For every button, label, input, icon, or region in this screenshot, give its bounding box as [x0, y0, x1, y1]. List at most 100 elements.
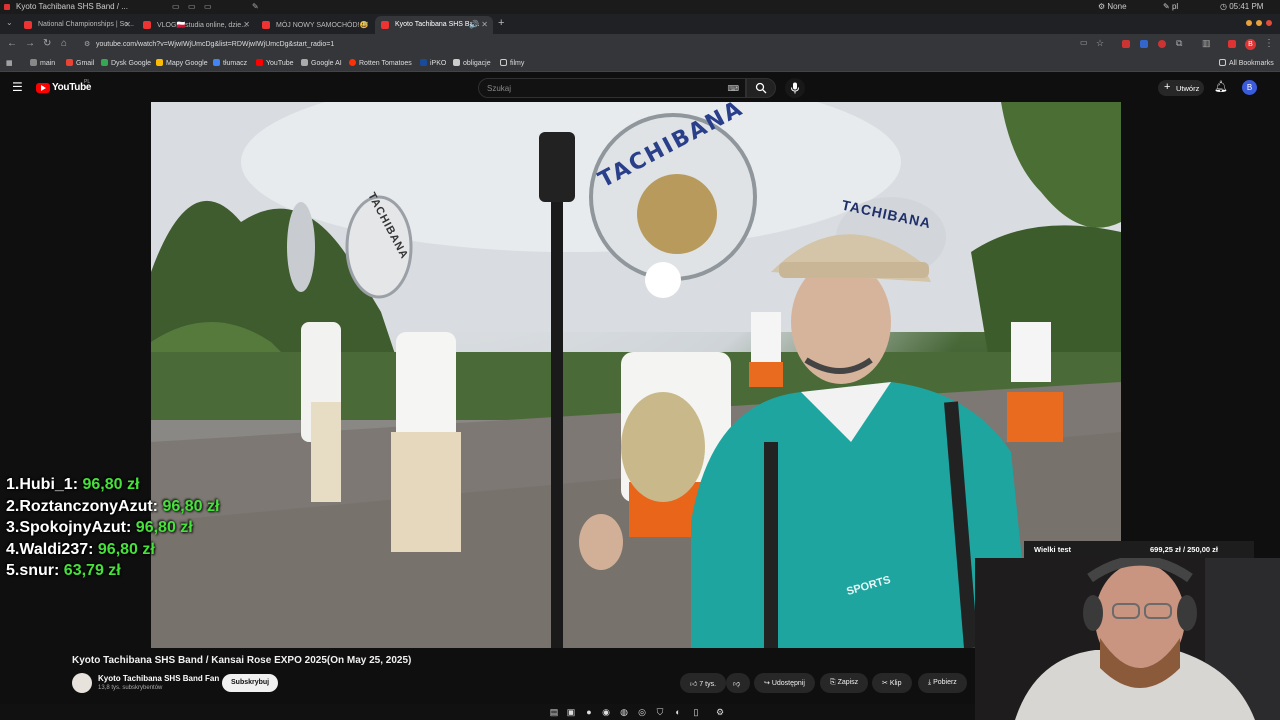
bookmark-gmail[interactable]: Gmail — [66, 59, 94, 67]
channel-avatar[interactable] — [72, 673, 92, 693]
tab-strip: ⌄ National Championships | So... ✕ VLOG🇵… — [0, 14, 1280, 34]
close-icon[interactable]: ✕ — [481, 20, 488, 29]
browser-icon[interactable]: ◉ — [601, 707, 611, 717]
save-button[interactable]: ⎘ Zapisz — [820, 673, 869, 693]
settings-icon[interactable]: ⚙ — [715, 707, 725, 717]
rank: 1. — [6, 476, 20, 493]
monitor-icon[interactable]: ▭ — [172, 2, 180, 11]
file-manager-icon[interactable]: ▤ — [549, 707, 559, 717]
rank: 2. — [6, 497, 20, 515]
close-icon[interactable]: ✕ — [243, 20, 250, 29]
bookmark-dysk-google[interactable]: Dysk Google — [101, 59, 151, 67]
close-icon[interactable]: ✕ — [362, 20, 369, 29]
like-count: 7 tys. — [699, 681, 717, 688]
extension-icon[interactable] — [1228, 40, 1236, 48]
donor-name: RoztanczonyAzut: — [19, 497, 158, 515]
tab-search-icon[interactable]: ⌄ — [6, 18, 13, 27]
bookmark-obligacje[interactable]: obligacje — [453, 59, 491, 67]
forward-icon[interactable]: → — [25, 38, 35, 49]
back-icon[interactable]: ← — [7, 38, 17, 49]
youtube-header: ☰ YouTube PL Szukaj ⌨ + Utwórz 🔔︎ B — [0, 74, 1280, 102]
obs-icon[interactable]: ◐ — [673, 707, 683, 717]
extension-icon[interactable] — [1140, 40, 1148, 48]
tab-moj-nowy-samochod[interactable]: MÓJ NOWY SAMOCHÓD!😃 ✕ — [256, 16, 374, 34]
extension-icon[interactable] — [1122, 40, 1130, 48]
user-status[interactable]: ⚙ None — [1098, 2, 1127, 11]
menu-dots-icon[interactable]: ⋮ — [1264, 38, 1274, 49]
all-bookmarks[interactable]: All Bookmarks — [1219, 59, 1274, 67]
maximize-icon[interactable] — [1256, 20, 1262, 26]
shield-icon[interactable]: ⛉ — [655, 707, 665, 717]
taskbar: ▤ ▣ ● ◉ ◍ ◎ ⛉ ◐ ▯ ⚙ — [0, 704, 975, 720]
like-button[interactable]: 👍︎ 7 tys. — [680, 673, 727, 693]
cast-icon[interactable]: ▭ — [1080, 38, 1088, 47]
hamburger-menu-icon[interactable]: ☰ — [12, 80, 23, 94]
keyboard-layout[interactable]: ✎ pl — [1163, 2, 1178, 11]
subscribe-button[interactable]: Subskrybuj — [222, 674, 279, 692]
save-label: Zapisz — [837, 679, 859, 686]
share-button[interactable]: ↪ Udostępnij — [754, 673, 815, 693]
os-top-bar: Kyoto Tachibana SHS Band / ... ▭ ▭ ▭ ✎ ⚙… — [0, 0, 1280, 14]
account-avatar[interactable]: B — [1242, 80, 1257, 95]
extensions-puzzle-icon[interactable]: ⧉ — [1176, 38, 1182, 49]
bookmark-label: Mapy Google — [166, 60, 208, 67]
create-button[interactable]: + Utwórz — [1158, 80, 1204, 96]
tab-national-championships[interactable]: National Championships | So... ✕ — [18, 16, 136, 34]
speaker-icon[interactable]: 🔊 — [469, 20, 479, 29]
monitor-icon[interactable]: ▭ — [188, 2, 196, 11]
close-icon[interactable]: ✕ — [124, 20, 131, 29]
bookmark-google-ai[interactable]: Google AI — [301, 59, 342, 67]
channel-name[interactable]: Kyoto Tachibana SHS Band Fan — [98, 674, 219, 683]
bookmark-tlumacz[interactable]: tłumacz — [213, 59, 247, 67]
share-icon: ↪ — [764, 680, 770, 687]
download-icon: ⤓ — [928, 679, 932, 686]
search-input[interactable]: Szukaj ⌨ — [478, 78, 746, 98]
bookmark-label: main — [40, 60, 56, 67]
apps-grid-icon[interactable]: ▦ — [6, 59, 13, 67]
bookmark-rotten-tomatoes[interactable]: Rotten Tomatoes — [349, 59, 412, 67]
all-bookmarks-label: All Bookmarks — [1229, 60, 1274, 67]
close-window-icon[interactable] — [1266, 20, 1272, 26]
monitor-icon[interactable]: ▭ — [204, 2, 212, 11]
spotify-icon[interactable]: ● — [584, 707, 594, 717]
sidebar-icon[interactable]: ▥ — [1202, 38, 1211, 49]
clip-button[interactable]: ✂ Klip — [872, 673, 912, 693]
subscriber-count: 13,8 tys. subskrybentów — [98, 685, 163, 691]
bookmarks-bar: ▦ main Gmail Dysk Google Mapy Google tłu… — [0, 56, 1280, 72]
home-icon[interactable]: ⌂ — [61, 38, 67, 49]
leaderboard-row: 4.Waldi237: 96,80 zł — [6, 539, 219, 561]
steam-icon[interactable]: ◎ — [637, 707, 647, 717]
tab-kyoto-tachibana[interactable]: Kyoto Tachibana SHS Ba... 🔊 ✕ — [375, 16, 493, 34]
bookmark-youtube[interactable]: YouTube — [256, 59, 294, 67]
address-bar[interactable]: ⚙ youtube.com/watch?v=WjwIWjUmcDg&list=R… — [78, 37, 1078, 53]
download-button[interactable]: ⤓ Pobierz — [918, 673, 967, 693]
minimize-icon[interactable] — [1246, 20, 1252, 26]
extension-icon[interactable] — [1158, 40, 1166, 48]
bookmark-mapy-google[interactable]: Mapy Google — [156, 59, 208, 67]
site-info-icon[interactable]: ⚙ — [84, 40, 90, 48]
bookmark-star-icon[interactable]: ☆ — [1096, 38, 1104, 49]
bookmark-filmy[interactable]: filmy — [500, 59, 524, 67]
profile-avatar[interactable]: B — [1245, 39, 1256, 50]
notifications-bell-icon[interactable]: 🔔︎ — [1214, 80, 1228, 93]
terminal-icon[interactable]: ▣ — [566, 707, 576, 717]
notes-icon[interactable]: ▯ — [691, 707, 701, 717]
tab-vlog[interactable]: VLOG🇵🇱studia online, dzie... ✕ — [137, 16, 255, 34]
discord-icon[interactable]: ◍ — [619, 707, 629, 717]
pin-icon[interactable]: ✎ — [252, 2, 259, 11]
bookmark-ipko[interactable]: iPKO — [420, 59, 446, 67]
youtube-favicon-icon — [381, 21, 389, 29]
new-tab-icon[interactable]: + — [498, 17, 504, 29]
bookmark-label: Gmail — [76, 60, 95, 67]
bank-icon — [420, 59, 427, 66]
keyboard-icon[interactable]: ⌨ — [727, 84, 739, 93]
bookmark-label: YouTube — [266, 60, 294, 67]
dislike-button[interactable]: 👎︎ — [726, 673, 750, 693]
search-button[interactable] — [746, 78, 776, 98]
share-label: Udostępnij — [771, 680, 805, 687]
bookmark-main[interactable]: main — [30, 59, 55, 67]
thumbs-down-icon: 👎︎ — [733, 681, 741, 688]
tomato-icon — [349, 59, 356, 66]
reload-icon[interactable]: ↻ — [43, 38, 51, 49]
voice-search-button[interactable] — [785, 78, 805, 98]
